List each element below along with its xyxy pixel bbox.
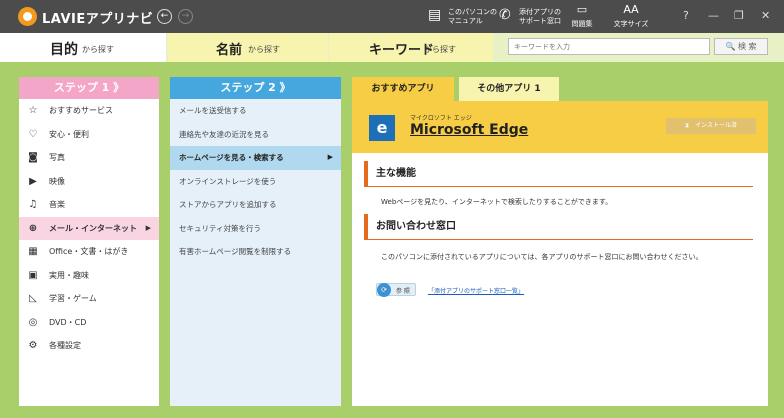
step2-panel: ステップ 2 》 メールを送受信する 連絡先や友達の近況を見る ホームページを見… <box>170 77 341 406</box>
category-mail-internet[interactable]: ⊕ メール・インターネット ▶ <box>19 216 159 240</box>
task-send-receive-mail[interactable]: メールを送受信する <box>170 99 341 123</box>
installed-button[interactable]: ⧗ インストール済 <box>666 118 756 134</box>
phone-icon: ✆ <box>499 7 511 23</box>
help-button[interactable]: ? <box>683 9 689 23</box>
category-office-documents[interactable]: ▦ Office・文書・はがき <box>19 240 159 264</box>
globe-icon: ⊕ <box>28 222 38 234</box>
font-size-icon: AA <box>623 3 639 16</box>
features-text: Webページを見たり、インターネットで検索したりすることができます。 <box>381 198 613 206</box>
detail-tabs: おすすめアプリ その他アプリ 1 <box>352 77 768 101</box>
step1-header: ステップ 1 》 <box>19 77 159 99</box>
lavie-logo-icon <box>18 7 37 26</box>
problem-collection-button[interactable]: ▭ 問題集 <box>568 4 596 29</box>
restore-button[interactable]: ❐ <box>734 9 744 23</box>
tab-keyword[interactable]: キーワード から探す <box>329 33 493 62</box>
document-icon: ▦ <box>28 246 38 257</box>
gear-icon: ⚙ <box>28 340 38 351</box>
font-size-button[interactable]: AA 文字サイズ <box>614 3 649 29</box>
tab-other-apps[interactable]: その他アプリ 1 <box>459 77 559 101</box>
category-learning-games[interactable]: ◺ 学習・ゲーム <box>19 287 159 311</box>
task-browse-search-web[interactable]: ホームページを見る・検索する ▶ <box>170 146 341 170</box>
manual-button[interactable]: ▤ このパソコンの マニュアル <box>428 4 497 29</box>
step2-header: ステップ 2 》 <box>170 77 341 99</box>
back-button[interactable]: ← <box>157 9 172 24</box>
tab-recommended-apps[interactable]: おすすめアプリ <box>352 77 454 101</box>
camera-icon: ◙ <box>28 152 38 163</box>
category-photo[interactable]: ◙ 写真 <box>19 146 159 170</box>
app-header: e マイクロソフト エッジ Microsoft Edge ⧗ インストール済 <box>352 101 768 153</box>
star-icon: ☆ <box>28 105 38 116</box>
reference-badge: ⟳ 参 照 <box>376 283 416 297</box>
book-icon: ▤ <box>428 7 442 23</box>
tab-purpose[interactable]: 目的 から探す <box>0 33 166 62</box>
category-dvd-cd[interactable]: ◎ DVD・CD <box>19 311 159 335</box>
disc-icon: ◎ <box>28 316 38 328</box>
title-bar: LAVIEアプリナビ ← → ▤ このパソコンの マニュアル ✆ 添付アプリの サポ… <box>0 0 784 33</box>
task-add-apps-from-store[interactable]: ストアからアプリを追加する <box>170 193 341 217</box>
features-heading: 主な機能 <box>364 161 753 187</box>
inquiry-text: このパソコンに添付されているアプリについては、各アプリのサポート窓口にお問い合わ… <box>381 253 703 261</box>
category-music[interactable]: ♫ 音楽 <box>19 193 159 217</box>
music-icon: ♫ <box>28 199 38 210</box>
app-name-link[interactable]: Microsoft Edge <box>410 122 528 138</box>
app-title: LAVIEアプリナビ <box>42 12 154 27</box>
support-window-button[interactable]: ✆ 添付アプリの サポート窓口 <box>499 4 561 29</box>
task-online-storage[interactable]: オンラインストレージを使う <box>170 170 341 194</box>
ruler-icon: ◺ <box>29 293 37 304</box>
task-view-contacts[interactable]: 連絡先や友達の近況を見る <box>170 123 341 147</box>
category-settings[interactable]: ⚙ 各種設定 <box>19 334 159 358</box>
main-tab-row: 目的 から探す 名前 から探す キーワード から探す 🔍 検 索 <box>0 33 784 62</box>
video-icon: ▶ <box>29 175 37 187</box>
task-restrict-harmful-sites[interactable]: 有害ホームページ閲覧を制限する <box>170 240 341 264</box>
search-button[interactable]: 🔍 検 索 <box>714 38 768 55</box>
support-list-link[interactable]: 「添付アプリのサポート窓口一覧」 <box>428 286 524 295</box>
reference-icon: ⟳ <box>377 283 391 297</box>
tab-name[interactable]: 名前 から探す <box>168 33 328 62</box>
task-security[interactable]: セキュリティ対策を行う <box>170 217 341 241</box>
category-practical-hobby[interactable]: ▣ 実用・趣味 <box>19 264 159 288</box>
close-button[interactable]: ✕ <box>761 9 770 23</box>
app-detail-panel: おすすめアプリ その他アプリ 1 e マイクロソフト エッジ Microsoft… <box>352 77 768 406</box>
toolbox-icon: ▣ <box>28 269 38 281</box>
arrow-right-icon: ▶ <box>145 223 151 232</box>
heart-icon: ♡ <box>28 128 38 140</box>
app-name-kana: マイクロソフト エッジ <box>410 115 472 122</box>
step1-panel: ステップ 1 》 ☆ おすすめサービス ♡ 安心・便利 ◙ 写真 ▶ 映像 ♫ 音楽 ⊕ メ… <box>19 77 159 406</box>
chat-icon: ▭ <box>576 3 588 16</box>
search-icon: 🔍 <box>725 42 736 51</box>
keyword-search-input[interactable] <box>508 38 710 55</box>
category-safety-convenience[interactable]: ♡ 安心・便利 <box>19 123 159 147</box>
category-video[interactable]: ▶ 映像 <box>19 170 159 194</box>
minimize-button[interactable]: — <box>708 9 719 23</box>
forward-button[interactable]: → <box>178 9 193 24</box>
category-recommended-services[interactable]: ☆ おすすめサービス <box>19 99 159 123</box>
arrow-right-icon: ▶ <box>327 153 333 161</box>
edge-icon: e <box>369 115 395 141</box>
inquiry-heading: お問い合わせ窓口 <box>364 214 753 240</box>
